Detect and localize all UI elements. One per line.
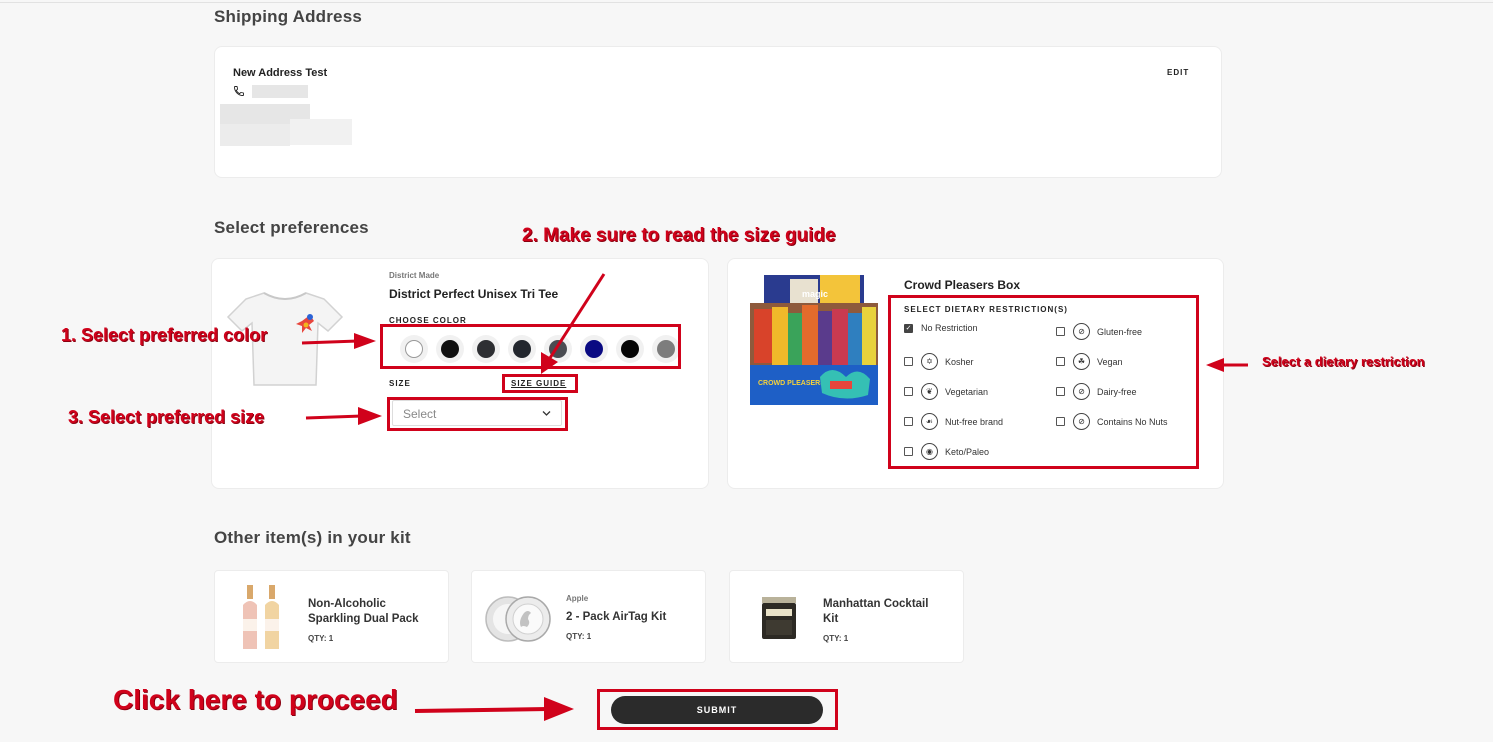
- top-divider: [0, 2, 1493, 3]
- kit-item-name-line: Non-Alcoholic: [308, 598, 386, 610]
- annotation-diet: Select a dietary restriction: [1262, 354, 1425, 369]
- phone-redacted: [252, 85, 308, 98]
- kit-heading: Other item(s) in your kit: [214, 528, 411, 547]
- size-label: SIZE: [389, 379, 411, 388]
- kit-item-qty: QTY: 1: [823, 634, 849, 643]
- kit-item-brand: Apple: [566, 594, 589, 603]
- arrow-to-submit: [414, 697, 574, 721]
- kit-item-name-line: Sparkling Dual Pack: [308, 613, 419, 625]
- kit-item-name: Manhattan Cocktail Kit: [823, 597, 928, 627]
- address-name: New Address Test: [233, 67, 328, 79]
- annotation-color: 1. Select preferred color: [61, 325, 268, 345]
- annotation-box-color: [380, 324, 681, 369]
- kit-item-card: Manhattan Cocktail Kit QTY: 1: [729, 570, 964, 663]
- shipping-heading: Shipping Address: [214, 7, 363, 26]
- kit-item-name-line: Kit: [823, 613, 839, 625]
- preferences-heading: Select preferences: [214, 218, 369, 237]
- tee-preference-card: District Made District Perfect Unisex Tr…: [211, 258, 709, 489]
- address-line-redacted-2: [220, 124, 290, 146]
- phone-icon: [234, 86, 244, 96]
- shipping-address-card: New Address Test EDIT: [214, 46, 1222, 178]
- sparkling-bottles-image: [243, 585, 279, 649]
- kit-item-name: Non-Alcoholic Sparkling Dual Pack: [308, 597, 419, 627]
- cocktail-kit-image: [762, 597, 796, 639]
- tee-brand: District Made: [389, 271, 440, 280]
- kit-item-card: Non-Alcoholic Sparkling Dual Pack QTY: 1: [214, 570, 449, 663]
- annotation-size: 3. Select preferred size: [68, 407, 265, 427]
- kit-item-qty: QTY: 1: [566, 632, 592, 641]
- kit-item-qty: QTY: 1: [308, 634, 334, 643]
- airtag-image: [485, 596, 551, 642]
- kit-item-name-line: Manhattan Cocktail: [823, 598, 929, 610]
- annotation-box-submit: [597, 689, 838, 730]
- annotation-box-size: [387, 397, 568, 431]
- edit-address-link[interactable]: EDIT: [1167, 68, 1189, 77]
- annotation-box-diet: [888, 295, 1199, 469]
- kit-item-card: Apple 2 - Pack AirTag Kit QTY: 1: [471, 570, 706, 663]
- tee-title: District Perfect Unisex Tri Tee: [389, 287, 559, 301]
- annotation-size-guide: 2. Make sure to read the size guide: [522, 225, 836, 246]
- annotation-box-size-guide: [502, 374, 578, 393]
- annotation-proceed: Click here to proceed: [113, 684, 398, 715]
- address-line-redacted-3: [290, 119, 352, 145]
- kit-item-name: 2 - Pack AirTag Kit: [566, 611, 667, 623]
